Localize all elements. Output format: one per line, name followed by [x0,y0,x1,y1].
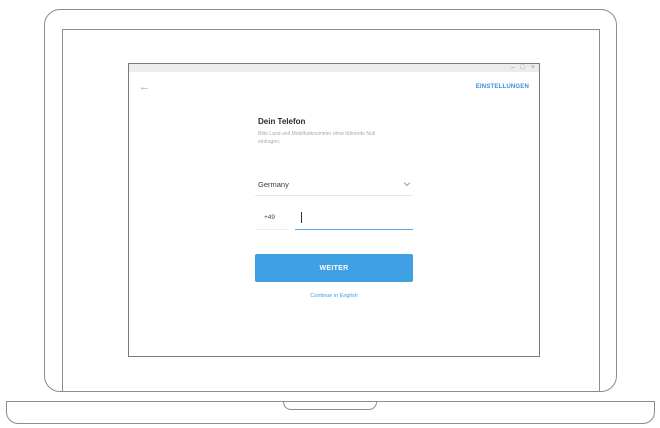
country-code-field[interactable]: +49 [255,208,289,230]
country-code-value: +49 [264,214,276,221]
app-window: – □ × ← EINSTELLUNGEN Dein Telefon Bitte… [128,63,540,357]
arrow-left-icon[interactable]: ← [139,82,150,93]
text-caret [301,212,302,223]
window-controls: – □ × [511,63,535,73]
laptop-notch [283,402,377,410]
continue-button[interactable]: WEITER [255,254,413,282]
country-select[interactable]: Germany [255,175,413,196]
settings-link[interactable]: EINSTELLUNGEN [476,84,529,90]
page-title: Dein Telefon [258,117,306,126]
continue-in-english-link[interactable]: Continue in English [255,293,413,299]
chevron-down-icon [403,182,411,187]
window-titlebar: – □ × [129,64,539,72]
close-button[interactable]: × [531,63,535,73]
instruction-text: Bitte Land und Mobilfunknummer ohne führ… [258,131,376,145]
country-value: Germany [258,180,289,189]
phone-number-input[interactable] [295,208,413,230]
continue-button-label: WEITER [319,264,349,272]
minimize-button[interactable]: – [511,63,515,73]
maximize-button[interactable]: □ [521,63,525,73]
